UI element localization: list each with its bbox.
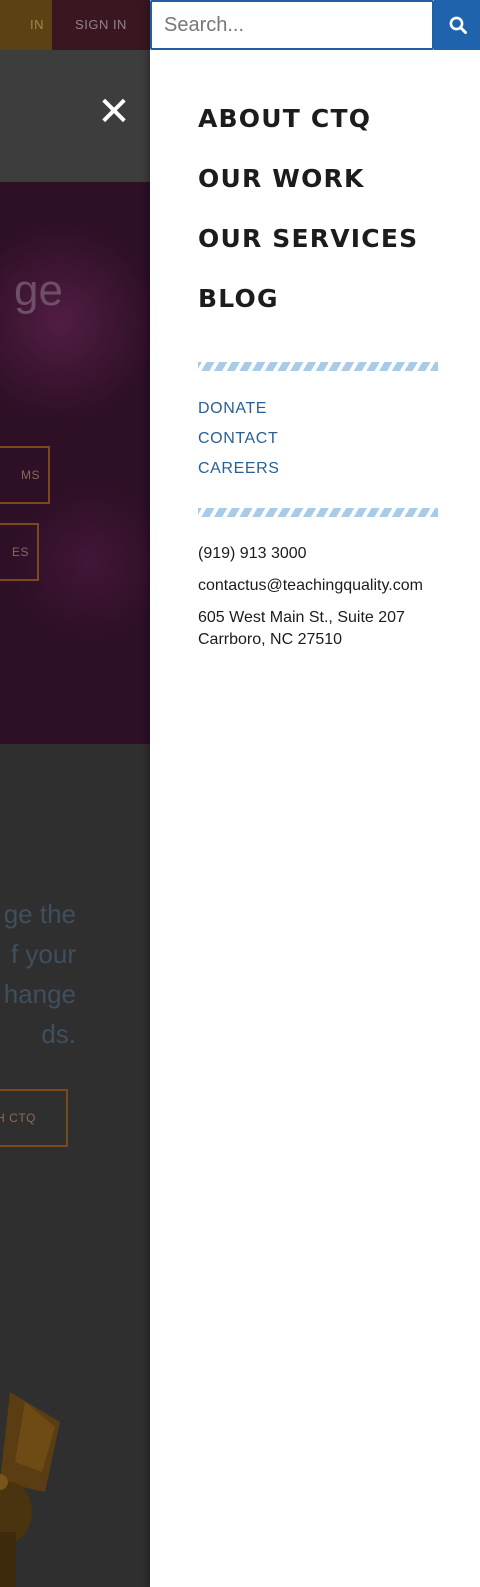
search-bar — [150, 0, 480, 50]
close-icon[interactable]: ✕ — [96, 92, 132, 132]
body-text-line: hange — [3, 979, 76, 1009]
nav-item-our-services[interactable]: OUR SERVICES — [198, 224, 418, 284]
nav-item-blog[interactable]: BLOG — [198, 284, 418, 344]
main-nav: ABOUT CTQ OUR WORK OUR SERVICES BLOG — [198, 104, 418, 344]
hero-button: MS — [0, 446, 50, 504]
striped-divider — [198, 362, 438, 371]
background-page: IN SIGN IN ge MS ES ge the f your hange … — [0, 0, 150, 1587]
background-topbar: IN SIGN IN — [0, 0, 150, 50]
nav-link-careers[interactable]: CAREERS — [198, 459, 280, 489]
cta-button: H CTQ — [0, 1089, 68, 1147]
join-button: IN — [0, 0, 52, 50]
nav-link-donate[interactable]: DONATE — [198, 399, 280, 429]
nav-link-contact[interactable]: CONTACT — [198, 429, 280, 459]
contact-address-line2: Carrboro, NC 27510 — [198, 631, 343, 648]
body-text-line: ge the — [3, 899, 76, 929]
nav-item-our-work[interactable]: OUR WORK — [198, 164, 418, 224]
secondary-nav: DONATE CONTACT CAREERS — [198, 399, 280, 489]
search-button[interactable] — [434, 0, 480, 50]
background-body-text: ge the f your hange ds. — [0, 894, 150, 1054]
search-input[interactable] — [150, 0, 434, 50]
body-text-line: f your — [10, 939, 76, 969]
background-hero: ge MS ES — [0, 182, 150, 744]
background-content: ge the f your hange ds. H CTQ — [0, 744, 150, 1587]
sign-in-button: SIGN IN — [52, 0, 150, 50]
hero-button: ES — [0, 523, 39, 581]
hero-glow — [0, 222, 150, 422]
search-icon — [449, 16, 467, 34]
striped-divider — [198, 508, 438, 517]
contact-phone[interactable]: (919) 913 3000 — [198, 545, 307, 563]
body-text-line: ds. — [41, 1019, 76, 1049]
nav-item-about-ctq[interactable]: ABOUT CTQ — [198, 104, 418, 164]
trophy-image — [0, 1392, 60, 1587]
contact-address-line1: 605 West Main St., Suite 207 — [198, 609, 405, 626]
menu-panel: ABOUT CTQ OUR WORK OUR SERVICES BLOG DON… — [150, 0, 480, 1587]
contact-email[interactable]: contactus@teachingquality.com — [198, 577, 423, 595]
